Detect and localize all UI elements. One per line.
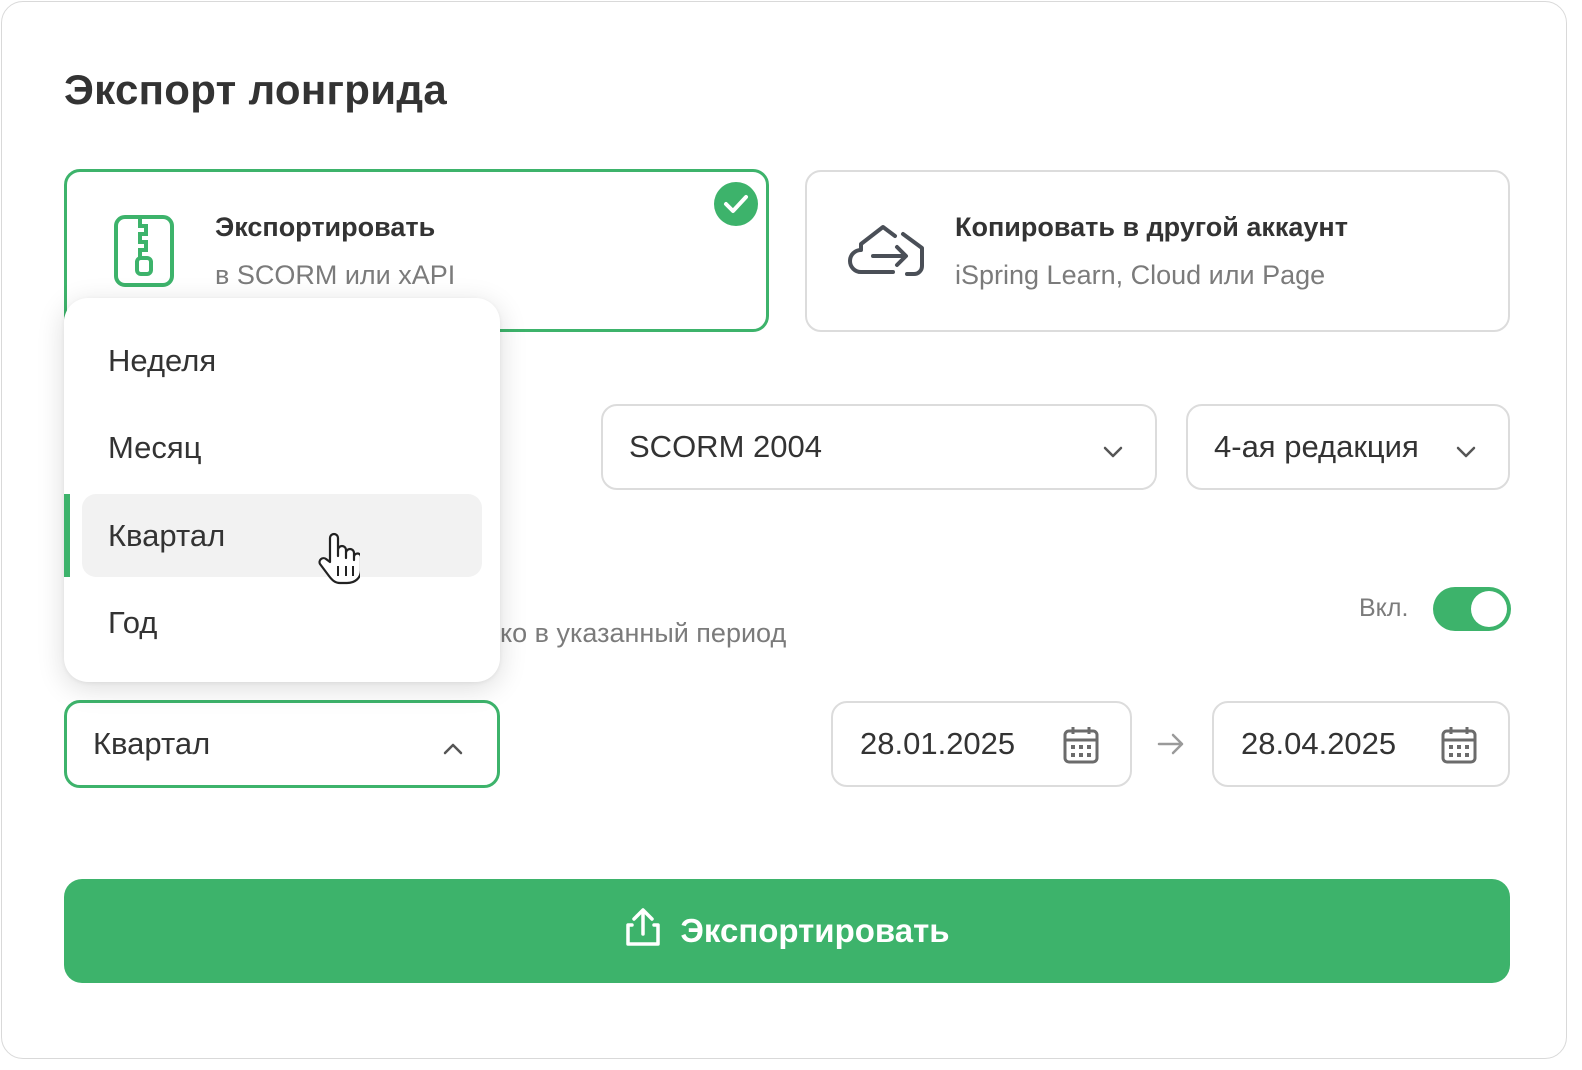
copy-option-subtitle: iSpring Learn, Cloud или Page (955, 260, 1326, 290)
period-filter-description: ко в указанный период (500, 618, 787, 648)
period-select[interactable]: Квартал (64, 700, 500, 788)
toggle-knob (1471, 591, 1507, 627)
chevron-down-icon (1454, 436, 1478, 472)
date-from-field[interactable]: 28.01.2025 (831, 701, 1132, 787)
period-filter-toggle[interactable] (1433, 587, 1511, 631)
check-circle-icon (714, 182, 758, 226)
date-to-value: 28.04.2025 (1241, 726, 1397, 761)
date-to-field[interactable]: 28.04.2025 (1212, 701, 1510, 787)
hand-cursor-icon (316, 532, 363, 591)
selected-option-marker (64, 494, 70, 577)
export-dialog: Экспорт лонгрида Экспортировать в SCORM … (1, 1, 1567, 1059)
export-option-subtitle: в SCORM или xAPI (215, 260, 456, 290)
chevron-down-icon (1101, 436, 1125, 472)
arrow-right-icon (1156, 729, 1186, 764)
scorm-edition-value: 4-ая редакция (1214, 429, 1419, 464)
cloud-transfer-icon (847, 222, 927, 287)
scorm-edition-select[interactable]: 4-ая редакция (1186, 404, 1510, 490)
zip-file-icon (113, 214, 175, 293)
export-option-title: Экспортировать (215, 212, 436, 242)
calendar-icon[interactable] (1062, 725, 1100, 773)
dropdown-option-week[interactable]: Неделя (82, 319, 482, 402)
copy-option-card[interactable]: Копировать в другой аккаунт iSpring Lear… (805, 170, 1510, 332)
export-button-label: Экспортировать (680, 912, 950, 949)
date-from-value: 28.01.2025 (860, 726, 1016, 761)
copy-option-title: Копировать в другой аккаунт (955, 212, 1348, 242)
upload-icon (624, 907, 662, 955)
dropdown-option-quarter[interactable]: Квартал (82, 494, 482, 577)
chevron-up-icon (441, 733, 465, 769)
period-dropdown-menu: Неделя Месяц Квартал Год (64, 298, 500, 682)
scorm-standard-value: SCORM 2004 (629, 429, 822, 464)
dropdown-option-year[interactable]: Год (82, 581, 482, 664)
scorm-standard-select[interactable]: SCORM 2004 (601, 404, 1157, 490)
export-button[interactable]: Экспортировать (64, 879, 1510, 983)
toggle-label: Вкл. (1359, 594, 1409, 622)
dropdown-option-month[interactable]: Месяц (82, 406, 482, 489)
period-select-value: Квартал (93, 726, 211, 761)
dialog-title: Экспорт лонгрида (64, 66, 448, 113)
calendar-icon[interactable] (1440, 725, 1478, 773)
